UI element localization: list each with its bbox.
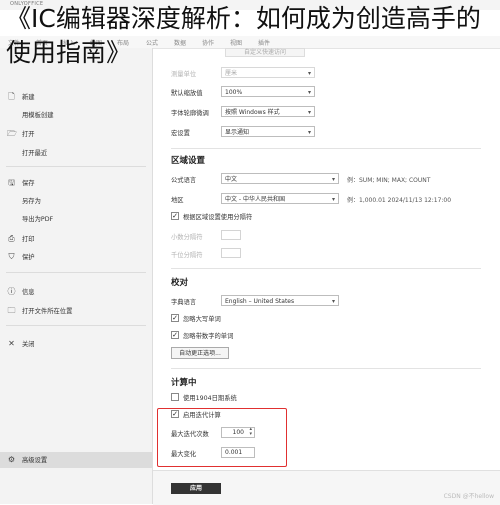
sidebar-item-label: 打开文件所在位置 (22, 308, 73, 315)
sidebar-item-label: 用模板创建 (22, 112, 54, 119)
sidebar-item-from-template[interactable]: 用模板创建 (0, 107, 152, 123)
apply-button[interactable]: 应用 (171, 483, 221, 494)
use-regional-separators-checkbox[interactable]: ✓ (171, 212, 179, 220)
zoom-select[interactable]: 100% ▾ (221, 86, 315, 97)
chevron-down-icon: ▾ (307, 89, 311, 96)
max-iterations-stepper[interactable]: 100 ▴ ▾ (221, 427, 255, 438)
ignore-uppercase-checkbox[interactable]: ✓ (171, 314, 179, 322)
sidebar-item-label: 打印 (22, 236, 35, 243)
sidebar-item-label: 打开最近 (22, 150, 48, 157)
region-label: 地区 (171, 197, 184, 204)
print-icon: ⎙ (8, 234, 15, 243)
unit-label: 测量单位 (171, 71, 197, 78)
open-folder-icon: 🗁 (7, 129, 17, 138)
iterative-calculation-label: 启用迭代计算 (183, 412, 221, 419)
date-1904-checkbox[interactable] (171, 393, 179, 401)
section-divider (171, 268, 481, 269)
new-file-icon: 🗋 (8, 92, 15, 101)
stepper-arrows-icon[interactable]: ▴ ▾ (249, 427, 252, 437)
divider (6, 272, 146, 273)
sidebar-item-label: 打开 (22, 131, 35, 138)
sidebar-item-label: 关闭 (22, 341, 35, 348)
sidebar-item-recent[interactable]: 打开最近 (0, 145, 152, 161)
divider (6, 325, 146, 326)
chevron-down-icon: ▾ (331, 196, 335, 203)
chevron-down-icon: ▾ (307, 109, 311, 116)
sidebar-item-label: 另存为 (22, 198, 41, 205)
dictionary-language-label: 字典语言 (171, 299, 197, 306)
ignore-numbers-label: 忽略带数字的单词 (183, 333, 234, 340)
info-icon: ⓘ (7, 287, 16, 296)
max-change-label: 最大变化 (171, 451, 197, 458)
chevron-down-icon: ▾ (331, 176, 335, 183)
sidebar-item-print[interactable]: ⎙ 打印 (0, 231, 152, 247)
sidebar-item-save-as[interactable]: 另存为 (0, 193, 152, 209)
section-title-calculation: 计算中 (171, 378, 197, 388)
close-icon: ✕ (8, 339, 15, 348)
font-hinting-label: 字体轮廓微调 (171, 110, 209, 117)
sidebar-item-label: 信息 (22, 289, 35, 296)
sidebar-item-label: 导出为PDF (22, 216, 54, 223)
macros-select[interactable]: 显示通知 ▾ (221, 126, 315, 137)
watermark: CSDN @不hellow (443, 493, 494, 500)
thousands-separator-label: 千位分隔符 (171, 252, 203, 259)
gear-icon: ⚙ (7, 455, 16, 464)
folder-location-icon: 🗀 (7, 306, 16, 315)
overlay-title: 《IC编辑器深度解析：如何成为创造高手的使用指南》 (6, 4, 481, 67)
advanced-settings-panel: 自定义快速访问 测量单位 厘米 ▾ 默认缩放值 100% ▾ 字体轮廓微调 按照 W… (153, 48, 500, 505)
date-1904-label: 使用1904日期系统 (183, 395, 237, 402)
section-divider (171, 148, 481, 149)
section-title-regional: 区域设置 (171, 156, 206, 166)
sidebar-item-label: 高级设置 (22, 457, 48, 464)
use-regional-separators-label: 根据区域设置使用分隔符 (183, 214, 253, 221)
formula-language-select[interactable]: 中文 ▾ (221, 173, 339, 184)
formula-language-example: 例：SUM; MIN; MAX; COUNT (347, 177, 431, 184)
autocorrect-options-button[interactable]: 自动更正选项... (171, 347, 229, 359)
sidebar-item-close[interactable]: ✕ 关闭 (0, 336, 152, 352)
decimal-separator-input[interactable] (221, 230, 241, 240)
thousands-separator-input[interactable] (221, 248, 241, 258)
sidebar-item-protect[interactable]: ⛉ 保护 (0, 249, 152, 265)
sidebar-item-save[interactable]: 🖫 保存 (0, 175, 152, 191)
file-sidebar: 🗋 新建 用模板创建 🗁 打开 打开最近 🖫 保存 另存为 导出为PDF ⎙ 打… (0, 48, 153, 504)
macros-label: 宏设置 (171, 130, 190, 137)
ignore-numbers-checkbox[interactable]: ✓ (171, 331, 179, 339)
sidebar-item-open[interactable]: 🗁 打开 (0, 126, 152, 142)
region-select[interactable]: 中文 - 中华人民共和国 ▾ (221, 193, 339, 204)
sidebar-item-info[interactable]: ⓘ 信息 (0, 284, 152, 300)
sidebar-item-label: 保护 (22, 254, 35, 261)
region-example: 例：1,000.01 2024/11/13 12:17:00 (347, 197, 452, 204)
iterative-calculation-checkbox[interactable]: ✓ (171, 410, 179, 418)
divider (6, 166, 146, 167)
section-divider (171, 368, 481, 369)
sidebar-item-open-location[interactable]: 🗀 打开文件所在位置 (0, 303, 152, 319)
dictionary-language-select[interactable]: English – United States ▾ (221, 295, 339, 306)
section-title-proofing: 校对 (171, 278, 189, 288)
sidebar-item-label: 新建 (22, 94, 35, 101)
formula-language-label: 公式语言 (171, 177, 197, 184)
shield-icon: ⛉ (8, 252, 15, 261)
decimal-separator-label: 小数分隔符 (171, 234, 203, 241)
ignore-uppercase-label: 忽略大写单词 (183, 316, 221, 323)
chevron-down-icon: ▾ (331, 298, 335, 305)
sidebar-item-new[interactable]: 🗋 新建 (0, 89, 152, 105)
max-change-input[interactable]: 0.001 (221, 447, 255, 458)
save-icon: 🖫 (8, 178, 15, 187)
max-iterations-label: 最大迭代次数 (171, 431, 209, 438)
chevron-down-icon: ▾ (307, 129, 311, 136)
sidebar-item-advanced-settings[interactable]: ⚙ 高级设置 (0, 452, 152, 468)
zoom-label: 默认缩放值 (171, 90, 203, 97)
sidebar-item-label: 保存 (22, 180, 35, 187)
font-hinting-select[interactable]: 按照 Windows 样式 ▾ (221, 106, 315, 117)
sidebar-item-export-pdf[interactable]: 导出为PDF (0, 211, 152, 227)
